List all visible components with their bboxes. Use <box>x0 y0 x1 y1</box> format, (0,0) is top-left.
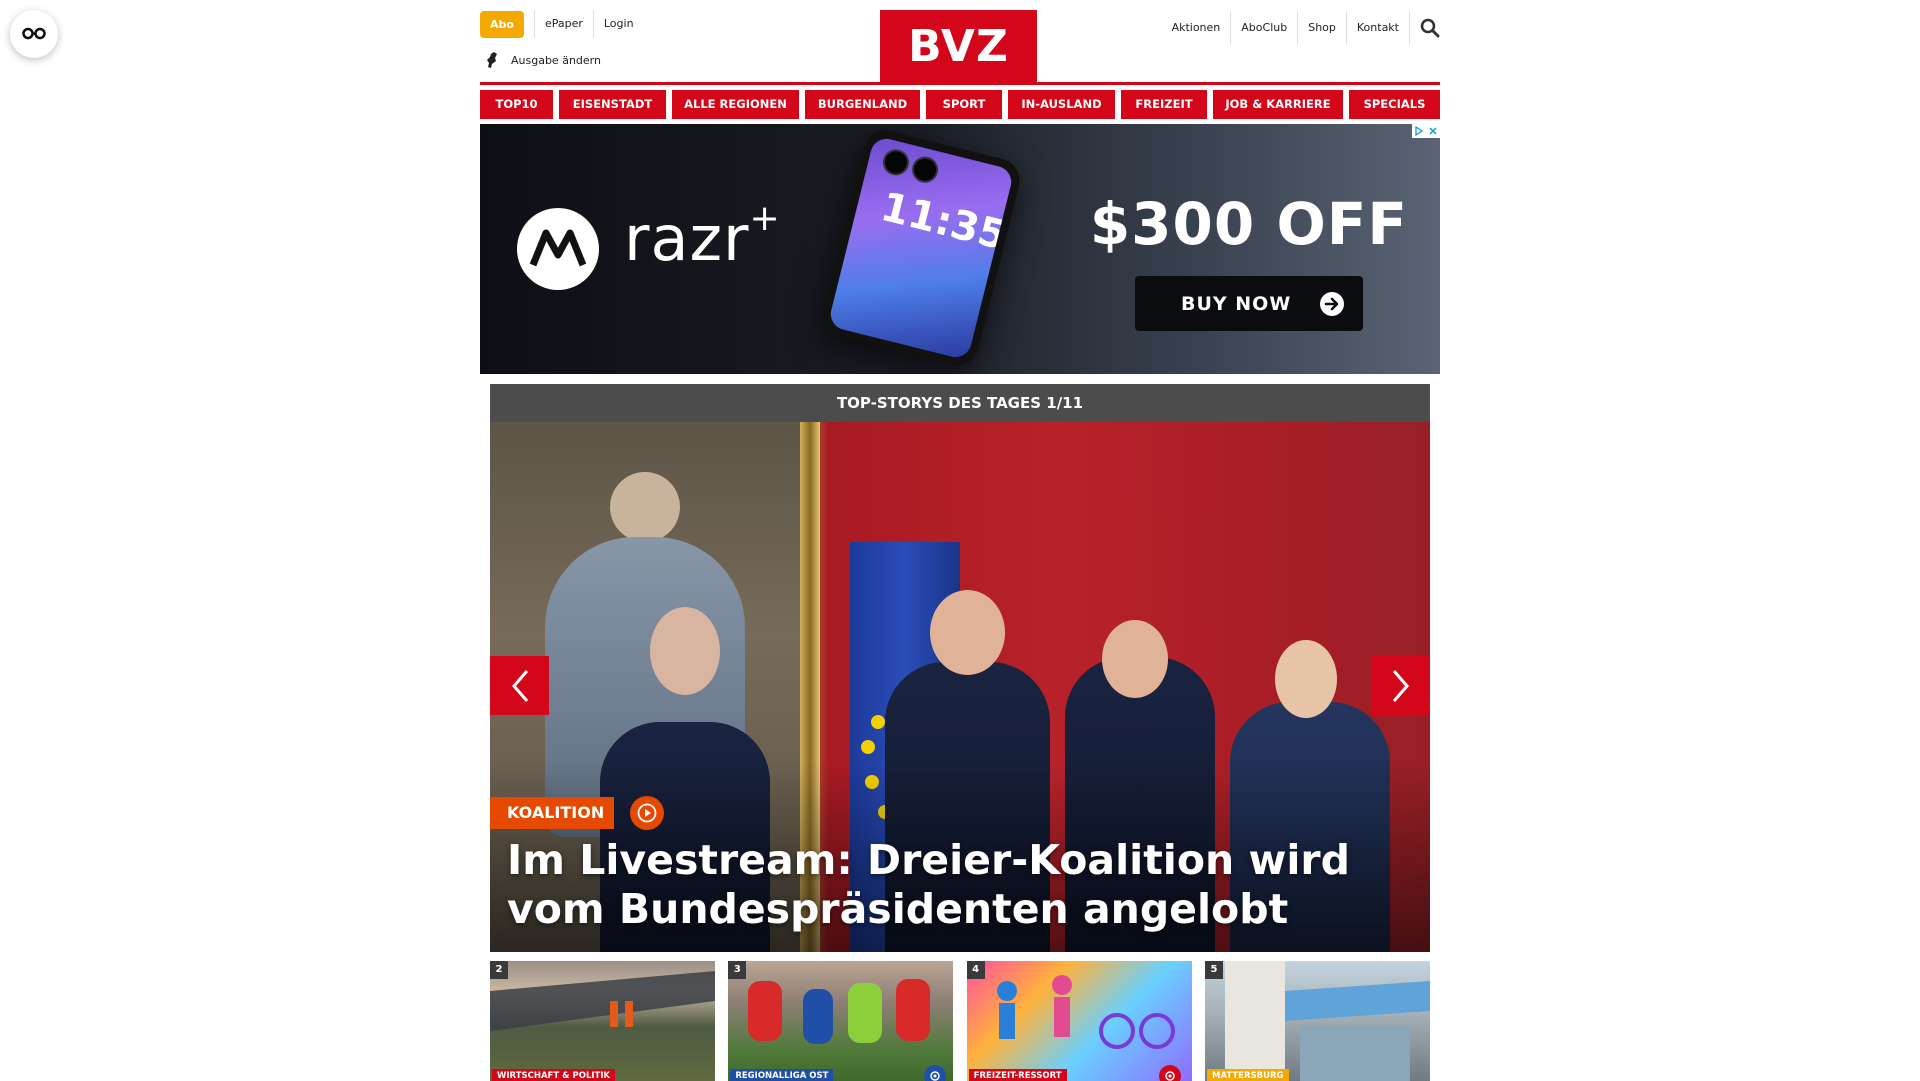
header-divider <box>480 82 1440 85</box>
ad-close-icon[interactable] <box>1426 124 1440 138</box>
aboclub-link[interactable]: AboClub <box>1231 12 1299 44</box>
buy-now-button[interactable]: BUY NOW <box>1135 276 1363 331</box>
abo-button[interactable]: Abo <box>480 10 524 38</box>
shop-link[interactable]: Shop <box>1298 12 1347 44</box>
nav-item-job-karriere[interactable]: JOB & KARRIERE <box>1213 90 1343 119</box>
chevron-left-icon <box>511 669 528 702</box>
nav-item-eisenstadt[interactable]: EISENSTADT <box>559 90 666 119</box>
top-right-links: Aktionen AboClub Shop Kontakt <box>1162 12 1440 44</box>
hero-tag-row: KOALITION <box>490 796 665 830</box>
ad-brand: razr+ <box>624 198 781 275</box>
edition-switch[interactable]: Ausgabe ändern <box>485 51 601 69</box>
page-container: Abo ePaper Login Ausgabe ändern BVZ Akti… <box>480 0 1440 1081</box>
teaser-number: 2 <box>490 961 508 979</box>
nav-item-specials[interactable]: SPECIALS <box>1349 90 1440 119</box>
nav-item-alle-regionen[interactable]: ALLE REGIONEN <box>672 90 799 119</box>
solar-panels-image <box>490 971 715 1031</box>
camera-icon <box>1158 1065 1181 1081</box>
motorola-logo-icon <box>517 208 599 290</box>
hero-headline[interactable]: Im Livestream: Dreier-Koalition wird vom… <box>507 836 1407 934</box>
top-stories: TOP-STORYS DES TAGES 1/11 KOALITION Im L… <box>490 384 1430 952</box>
teaser-card[interactable]: 4 FREIZEIT-RESSORT <box>966 961 1192 1081</box>
carousel-next-button[interactable] <box>1371 656 1430 715</box>
nav-item-sport[interactable]: SPORT <box>926 90 1002 119</box>
accessibility-button[interactable] <box>10 10 58 58</box>
ad-info-icon[interactable] <box>1412 124 1426 138</box>
teaser-category[interactable]: WIRTSCHAFT & POLITIK <box>492 1069 616 1081</box>
nav-item-freizeit[interactable]: FREIZEIT <box>1121 90 1207 119</box>
nav-item-burgenland[interactable]: BURGENLAND <box>805 90 920 119</box>
football-match-image <box>748 979 931 1044</box>
phone-time: 11:35 <box>876 183 1012 260</box>
building-facade-image <box>1224 961 1430 1081</box>
teaser-category[interactable]: FREIZEIT-RESSORT <box>968 1069 1067 1081</box>
colorful-sports-image <box>996 975 1175 1049</box>
carousel-prev-button[interactable] <box>490 656 549 715</box>
teaser-number: 5 <box>1204 961 1223 979</box>
search-icon <box>1420 18 1440 38</box>
nav-item-in-ausland[interactable]: IN-AUSLAND <box>1008 90 1115 119</box>
ad-banner[interactable]: razr+ 11:35 $300 OFF BUY NOW <box>480 124 1440 374</box>
epaper-link[interactable]: ePaper <box>533 10 593 38</box>
hero-story[interactable]: KOALITION Im Livestream: Dreier-Koalitio… <box>490 422 1430 952</box>
hero-category-tag[interactable]: KOALITION <box>490 797 615 829</box>
video-play-icon <box>630 796 665 830</box>
teaser-card[interactable]: 2 WIRTSCHAFT & POLITIK <box>490 961 715 1081</box>
story-teasers: 2 WIRTSCHAFT & POLITIK 3 REGIONALLIGA OS… <box>490 961 1430 1081</box>
login-link[interactable]: Login <box>592 10 644 38</box>
aktionen-link[interactable]: Aktionen <box>1162 12 1232 44</box>
teaser-number: 4 <box>966 961 985 979</box>
edition-label: Ausgabe ändern <box>511 53 601 67</box>
teaser-card[interactable]: 5 MATTERSBURG <box>1204 961 1430 1081</box>
glasses-icon <box>22 27 46 40</box>
burgenland-map-icon <box>487 52 497 68</box>
top-left-links: Abo ePaper Login <box>480 10 644 38</box>
kontakt-link[interactable]: Kontakt <box>1347 12 1410 44</box>
ad-choices[interactable] <box>1412 124 1440 138</box>
main-nav: TOP10 EISENSTADT ALLE REGIONEN BURGENLAN… <box>480 90 1440 119</box>
buy-now-label: BUY NOW <box>1181 292 1292 315</box>
search-button[interactable] <box>1410 12 1440 44</box>
teaser-card[interactable]: 3 REGIONALLIGA OST <box>728 961 954 1081</box>
top-stories-heading: TOP-STORYS DES TAGES 1/11 <box>490 384 1430 422</box>
ad-offer: $300 OFF <box>1089 190 1408 258</box>
phone-image: 11:35 <box>817 125 1025 371</box>
bvz-logo[interactable]: BVZ <box>880 10 1037 83</box>
teaser-number: 3 <box>728 961 747 979</box>
arrow-right-circle-icon <box>1320 291 1344 316</box>
chevron-right-icon <box>1392 669 1409 702</box>
nav-item-top10[interactable]: TOP10 <box>480 90 553 119</box>
teaser-category[interactable]: REGIONALLIGA OST <box>730 1069 834 1081</box>
teaser-category[interactable]: MATTERSBURG <box>1206 1069 1289 1081</box>
